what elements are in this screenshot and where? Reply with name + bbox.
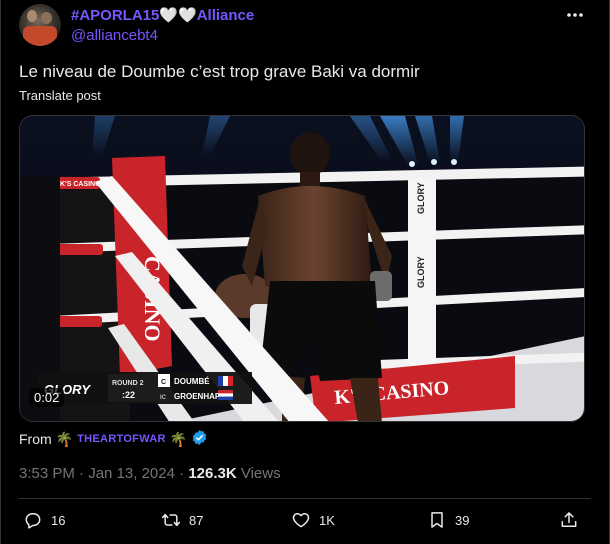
video-player[interactable]: JACK'S CASINO GLORY GLORY CASINO K'S CAS… bbox=[19, 115, 585, 422]
repost-icon bbox=[161, 513, 181, 527]
reply-count: 16 bbox=[51, 512, 66, 528]
reply-button[interactable]: 16 bbox=[23, 510, 65, 530]
like-count: 1K bbox=[319, 512, 335, 528]
post-metadata: 3:53 PM · Jan 13, 2024 · 126.3K Views bbox=[19, 465, 281, 482]
post-time[interactable]: 3:53 PM bbox=[19, 465, 75, 482]
post-date[interactable]: Jan 13, 2024 bbox=[88, 465, 175, 482]
scorebug-f2-tag: IC bbox=[160, 395, 167, 401]
from-label: From bbox=[19, 431, 52, 447]
scorebug-clock: :22 bbox=[122, 390, 135, 400]
share-icon bbox=[561, 512, 577, 527]
author-display-name[interactable]: #APORLA15🤍🤍Alliance bbox=[71, 6, 254, 24]
like-button[interactable]: 1K bbox=[291, 510, 335, 530]
palm-emoji-left: 🌴 bbox=[55, 430, 74, 447]
scorebug-round: ROUND 2 bbox=[112, 380, 144, 387]
video-timestamp: 0:02 bbox=[29, 388, 65, 407]
post-sign-top: GLORY bbox=[416, 182, 426, 214]
share-button[interactable] bbox=[559, 510, 579, 530]
video-frame: JACK'S CASINO GLORY GLORY CASINO K'S CAS… bbox=[20, 116, 584, 421]
avatar[interactable] bbox=[19, 4, 61, 46]
bookmark-button[interactable]: 39 bbox=[427, 510, 469, 530]
heart-icon bbox=[292, 513, 310, 528]
repost-button[interactable]: 87 bbox=[161, 510, 203, 530]
bookmark-icon bbox=[431, 512, 443, 528]
repost-count: 87 bbox=[189, 512, 204, 528]
views-label: Views bbox=[240, 465, 281, 482]
scorebug-fighter-2: GROENHART bbox=[174, 392, 226, 401]
verified-badge-icon bbox=[191, 429, 208, 449]
scorebug-f1-tag: C bbox=[161, 379, 166, 386]
palm-emoji-right: 🌴 bbox=[169, 430, 188, 447]
from-attribution: From 🌴 THEARTOFWAR 🌴 bbox=[19, 429, 208, 449]
author-handle[interactable]: @alliancebt4 bbox=[71, 27, 158, 44]
divider bbox=[19, 498, 591, 499]
post-sign-bottom: GLORY bbox=[416, 256, 426, 288]
translate-post-link[interactable]: Translate post bbox=[19, 88, 101, 103]
bookmark-count: 39 bbox=[455, 512, 470, 528]
more-options-icon[interactable] bbox=[564, 4, 586, 26]
post-text: Le niveau de Doumbe c’est trop grave Bak… bbox=[19, 62, 420, 81]
source-account-link[interactable]: THEARTOFWAR bbox=[77, 433, 166, 445]
post-container: #APORLA15🤍🤍Alliance @alliancebt4 Le nive… bbox=[0, 0, 610, 544]
reply-icon bbox=[25, 513, 41, 529]
action-bar: 16 87 1K 39 bbox=[19, 510, 585, 536]
views-count: 126.3K bbox=[188, 465, 237, 482]
scorebug-fighter-1: DOUMBÉ bbox=[174, 377, 210, 386]
